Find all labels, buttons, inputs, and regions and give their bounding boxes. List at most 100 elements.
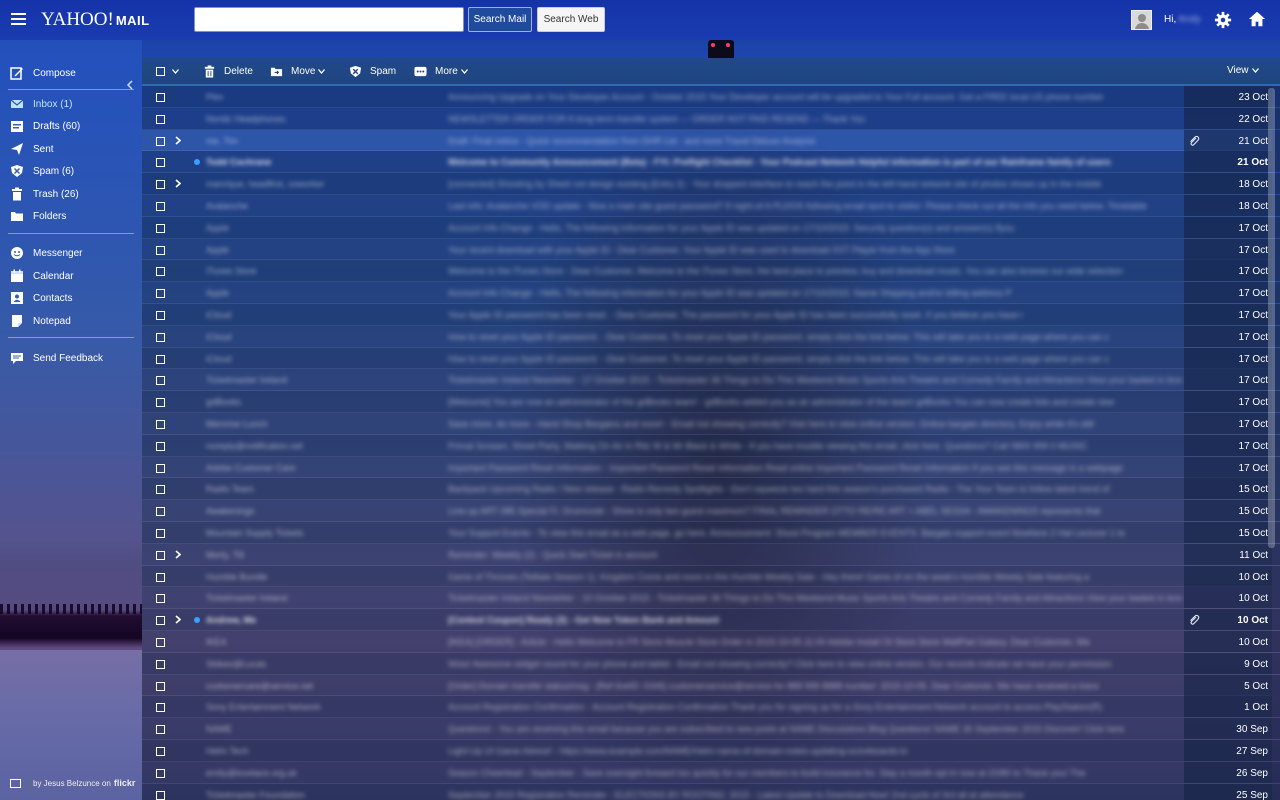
- message-row[interactable]: Mountain Supply Tickets Your Support Even…: [142, 522, 1280, 544]
- message-row[interactable]: NAME Questions! - You are receiving this …: [142, 718, 1280, 740]
- row-checkbox[interactable]: [156, 485, 165, 495]
- message-row[interactable]: Ticketmaster Ireland Ticketmaster Ireland…: [142, 587, 1280, 610]
- message-row[interactable]: Sony Entertainment Network Account Regist…: [142, 696, 1280, 719]
- message-row[interactable]: Ticketmaster Ireland Ticketmaster Ireland…: [142, 369, 1280, 392]
- row-checkbox[interactable]: [156, 441, 165, 451]
- sidebar-item-notepad[interactable]: Notepad: [10, 313, 71, 329]
- row-checkbox[interactable]: [156, 703, 165, 713]
- message-row[interactable]: Nordic Headphones NEWSLETTER ORDER FOR A …: [142, 107, 1280, 130]
- message-row[interactable]: me, Tim Draft: Final notice - Quick recom…: [142, 129, 1280, 152]
- scrollbar[interactable]: [1268, 88, 1275, 548]
- message-row[interactable]: Plex Announcing Upgrade on Your Developer…: [142, 86, 1280, 108]
- message-row[interactable]: Adobe Customer Care Important Password Re…: [142, 456, 1280, 479]
- message-row[interactable]: customercare@service.net [Order] Domain t…: [142, 674, 1280, 697]
- search-input[interactable]: [194, 7, 464, 32]
- message-row[interactable]: manrique, headfirst, coworker [connected]…: [142, 173, 1280, 195]
- row-checkbox[interactable]: [156, 550, 165, 560]
- chevron-right-icon[interactable]: [175, 615, 181, 624]
- checkbox[interactable]: [156, 67, 165, 76]
- message-row[interactable]: emily@lovelace.org.uk Season Cheerlead - …: [142, 761, 1280, 784]
- row-checkbox[interactable]: [156, 725, 165, 735]
- unread-dot[interactable]: [194, 617, 200, 624]
- yahoo-mail-logo[interactable]: YAHOO! MAIL: [41, 9, 150, 31]
- row-checkbox[interactable]: [156, 659, 165, 669]
- row-checkbox[interactable]: [156, 638, 165, 647]
- sidebar-item-spam[interactable]: Spam (6): [10, 163, 74, 179]
- row-checkbox[interactable]: [156, 180, 165, 190]
- row-checkbox[interactable]: [156, 572, 165, 582]
- message-row[interactable]: Radio Team Backpack Upcoming Radio / New …: [142, 478, 1280, 501]
- send-feedback-link[interactable]: Send Feedback: [10, 350, 103, 366]
- row-checkbox[interactable]: [156, 332, 165, 342]
- sidebar-item-folders[interactable]: Folders: [10, 208, 66, 224]
- sidebar-item-drafts[interactable]: Drafts (60): [10, 118, 80, 134]
- chevron-right-icon[interactable]: [175, 135, 181, 145]
- message-row[interactable]: noreply@notification.net Primal Scream, S…: [142, 434, 1280, 457]
- home-icon[interactable]: [1248, 10, 1266, 28]
- row-checkbox[interactable]: [156, 768, 165, 778]
- message-row[interactable]: Andrew, Me [Contest Coupon] Ready (3) - G…: [142, 609, 1280, 631]
- message-row[interactable]: Memrise Lunch Save more, do more - Hand S…: [142, 413, 1280, 435]
- spam-button[interactable]: Spam: [349, 65, 396, 78]
- avatar[interactable]: [1131, 10, 1152, 30]
- row-checkbox[interactable]: [156, 507, 165, 517]
- menu-icon[interactable]: [11, 13, 26, 25]
- chevron-right-icon[interactable]: [175, 550, 181, 559]
- row-checkbox[interactable]: [156, 267, 165, 277]
- sidebar-item-contacts[interactable]: Contacts: [10, 290, 72, 306]
- message-row[interactable]: Sbikes@Lucas Wow! Awesome widget sound fo…: [142, 652, 1280, 675]
- sidebar-item-messenger[interactable]: Messenger: [10, 245, 82, 261]
- delete-button[interactable]: Delete: [203, 65, 253, 78]
- row-checkbox[interactable]: [156, 616, 165, 626]
- row-checkbox[interactable]: [156, 420, 165, 429]
- sidebar-item-inbox[interactable]: Inbox (1): [10, 96, 72, 112]
- move-button[interactable]: Move: [270, 65, 326, 78]
- row-checkbox[interactable]: [156, 354, 165, 364]
- message-row[interactable]: Avalanche Last info: Avalanche VOD update…: [142, 195, 1280, 217]
- user-name[interactable]: Andy: [1178, 14, 1201, 25]
- chevron-down-icon[interactable]: [172, 69, 179, 74]
- row-checkbox[interactable]: [156, 136, 165, 146]
- message-row[interactable]: iCloud Your Apple ID password has been re…: [142, 304, 1280, 326]
- row-checkbox[interactable]: [156, 376, 165, 386]
- row-checkbox[interactable]: [156, 594, 165, 604]
- message-row[interactable]: gdBooks [Welcome] You are now an administ…: [142, 391, 1280, 413]
- message-row[interactable]: Morty, Till Reminder: Weekly (2) - Quick …: [142, 543, 1280, 566]
- message-row[interactable]: Todd Cochrane Welcome to Community Announ…: [142, 151, 1280, 174]
- row-checkbox[interactable]: [156, 747, 165, 756]
- view-menu-button[interactable]: View: [1227, 65, 1259, 76]
- row-checkbox[interactable]: [156, 681, 165, 691]
- unread-dot[interactable]: [194, 159, 200, 166]
- row-checkbox[interactable]: [156, 223, 165, 233]
- more-button[interactable]: More: [414, 65, 468, 78]
- message-row[interactable]: Apple Account Info Change - Hello, The fo…: [142, 282, 1280, 304]
- row-checkbox[interactable]: [156, 463, 165, 473]
- row-checkbox[interactable]: [156, 245, 165, 255]
- chevron-right-icon[interactable]: [175, 179, 181, 188]
- message-row[interactable]: Awakenings Line-up ART 085 Special Ft. Dr…: [142, 500, 1280, 522]
- compose-button[interactable]: Compose: [10, 65, 76, 81]
- message-row[interactable]: iCloud How to reset your Apple ID passwor…: [142, 325, 1280, 348]
- message-row[interactable]: iTunes Store Welcome to the iTunes Store …: [142, 260, 1280, 283]
- message-row[interactable]: Apple Your recent download with your Appl…: [142, 238, 1280, 261]
- row-checkbox[interactable]: [156, 529, 165, 538]
- message-row[interactable]: IKEA [IKEA] [ORDER] - Article - Hello Wel…: [142, 631, 1280, 653]
- row-checkbox[interactable]: [156, 289, 165, 299]
- row-checkbox[interactable]: [156, 311, 165, 320]
- message-row[interactable]: Helm Tech Light-Up UI Game Advice! - http…: [142, 740, 1280, 762]
- search-mail-button[interactable]: Search Mail: [468, 7, 532, 32]
- photo-credit[interactable]: by Jesus Belzunce on flickr: [10, 778, 135, 788]
- message-row[interactable]: Apple Account Info Change - Hello, The fo…: [142, 216, 1280, 239]
- sidebar-item-calendar[interactable]: Calendar: [10, 268, 74, 284]
- select-all-checkbox[interactable]: [156, 67, 179, 76]
- message-row[interactable]: Humble Bundle Game of Thrones (Telltale S…: [142, 565, 1280, 588]
- sidebar-item-sent[interactable]: Sent: [10, 141, 54, 157]
- row-checkbox[interactable]: [156, 398, 165, 408]
- row-checkbox[interactable]: [156, 93, 165, 102]
- gear-icon[interactable]: [1214, 11, 1232, 29]
- message-row[interactable]: iCloud How to reset your Apple ID passwor…: [142, 347, 1280, 370]
- row-checkbox[interactable]: [156, 158, 165, 168]
- message-row[interactable]: Ticketmaster Foundation September 2015 Re…: [142, 783, 1280, 800]
- search-web-button[interactable]: Search Web: [537, 7, 605, 32]
- row-checkbox[interactable]: [156, 790, 165, 800]
